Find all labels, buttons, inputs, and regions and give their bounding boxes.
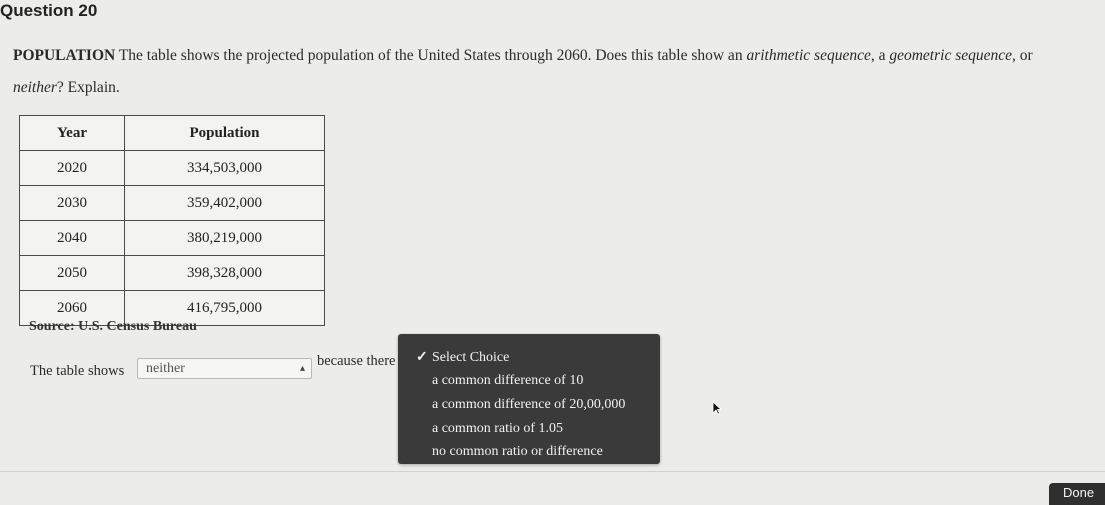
cell-population: 398,328,000 [124,255,325,291]
cell-population: 334,503,000 [124,150,325,186]
done-button[interactable]: Done [1049,483,1105,505]
table-row: 2040 380,219,000 [19,220,325,256]
prompt-italic-arithmetic: arithmetic sequence [746,47,871,64]
table-row: 2030 359,402,000 [19,185,325,221]
table-source: Source: U.S. Census Bureau [29,319,197,334]
option-label: a common difference of 10 [432,373,584,388]
prompt-italic-geometric: geometric sequence [889,47,1013,64]
footer-divider [0,471,1105,472]
cell-year: 2020 [19,150,125,186]
option-label: a common ratio of 1.05 [432,421,564,436]
select-arrows-icon: ▴ [299,363,305,374]
prompt-text-3: , or [1012,47,1033,64]
prompt-text-1: The table shows the projected population… [118,47,743,64]
cell-year: 2050 [19,255,125,291]
dropdown-option-common-ratio-1-05[interactable]: a common ratio of 1.05 [398,418,660,440]
answer-select-value: neither [146,361,185,376]
answer-prefix: The table shows [30,363,125,379]
header-year: Year [19,115,125,151]
question-title: Question 20 [0,1,98,20]
prompt-text-2: , a [870,47,886,64]
population-table: Year Population 2020 334,503,000 2030 35… [19,115,325,326]
cell-year: 2030 [19,185,125,221]
mouse-cursor-icon [712,401,722,415]
prompt-italic-neither: neither [13,79,57,96]
dropdown-option-common-difference-10[interactable]: a common difference of 10 [398,370,660,392]
dropdown-option-select-choice[interactable]: ✓ Select Choice [398,347,660,369]
option-label: Select Choice [432,350,510,365]
question-prompt: POPULATION The table shows the projected… [13,40,1053,104]
table-header-row: Year Population [19,115,325,151]
cell-population: 380,219,000 [124,220,325,256]
choice-dropdown[interactable]: ✓ Select Choice a common difference of 10… [398,334,660,464]
dropdown-option-common-difference-20000000[interactable]: a common difference of 20,00,000 [398,394,660,416]
prompt-text-4: ? Explain. [56,79,120,96]
option-label: a common difference of 20,00,000 [432,397,626,412]
answer-select[interactable]: neither ▴ [137,358,312,379]
checkmark-icon: ✓ [416,350,428,365]
dropdown-option-no-common[interactable]: no common ratio or difference [398,441,660,463]
header-population: Population [124,115,325,151]
answer-suffix: because there [317,353,396,369]
table-row: 2050 398,328,000 [19,255,325,291]
cell-year: 2040 [19,220,125,256]
cell-population: 359,402,000 [124,185,325,221]
prompt-keyword: POPULATION [13,47,116,64]
table-row: 2020 334,503,000 [19,150,325,186]
option-label: no common ratio or difference [432,444,603,459]
